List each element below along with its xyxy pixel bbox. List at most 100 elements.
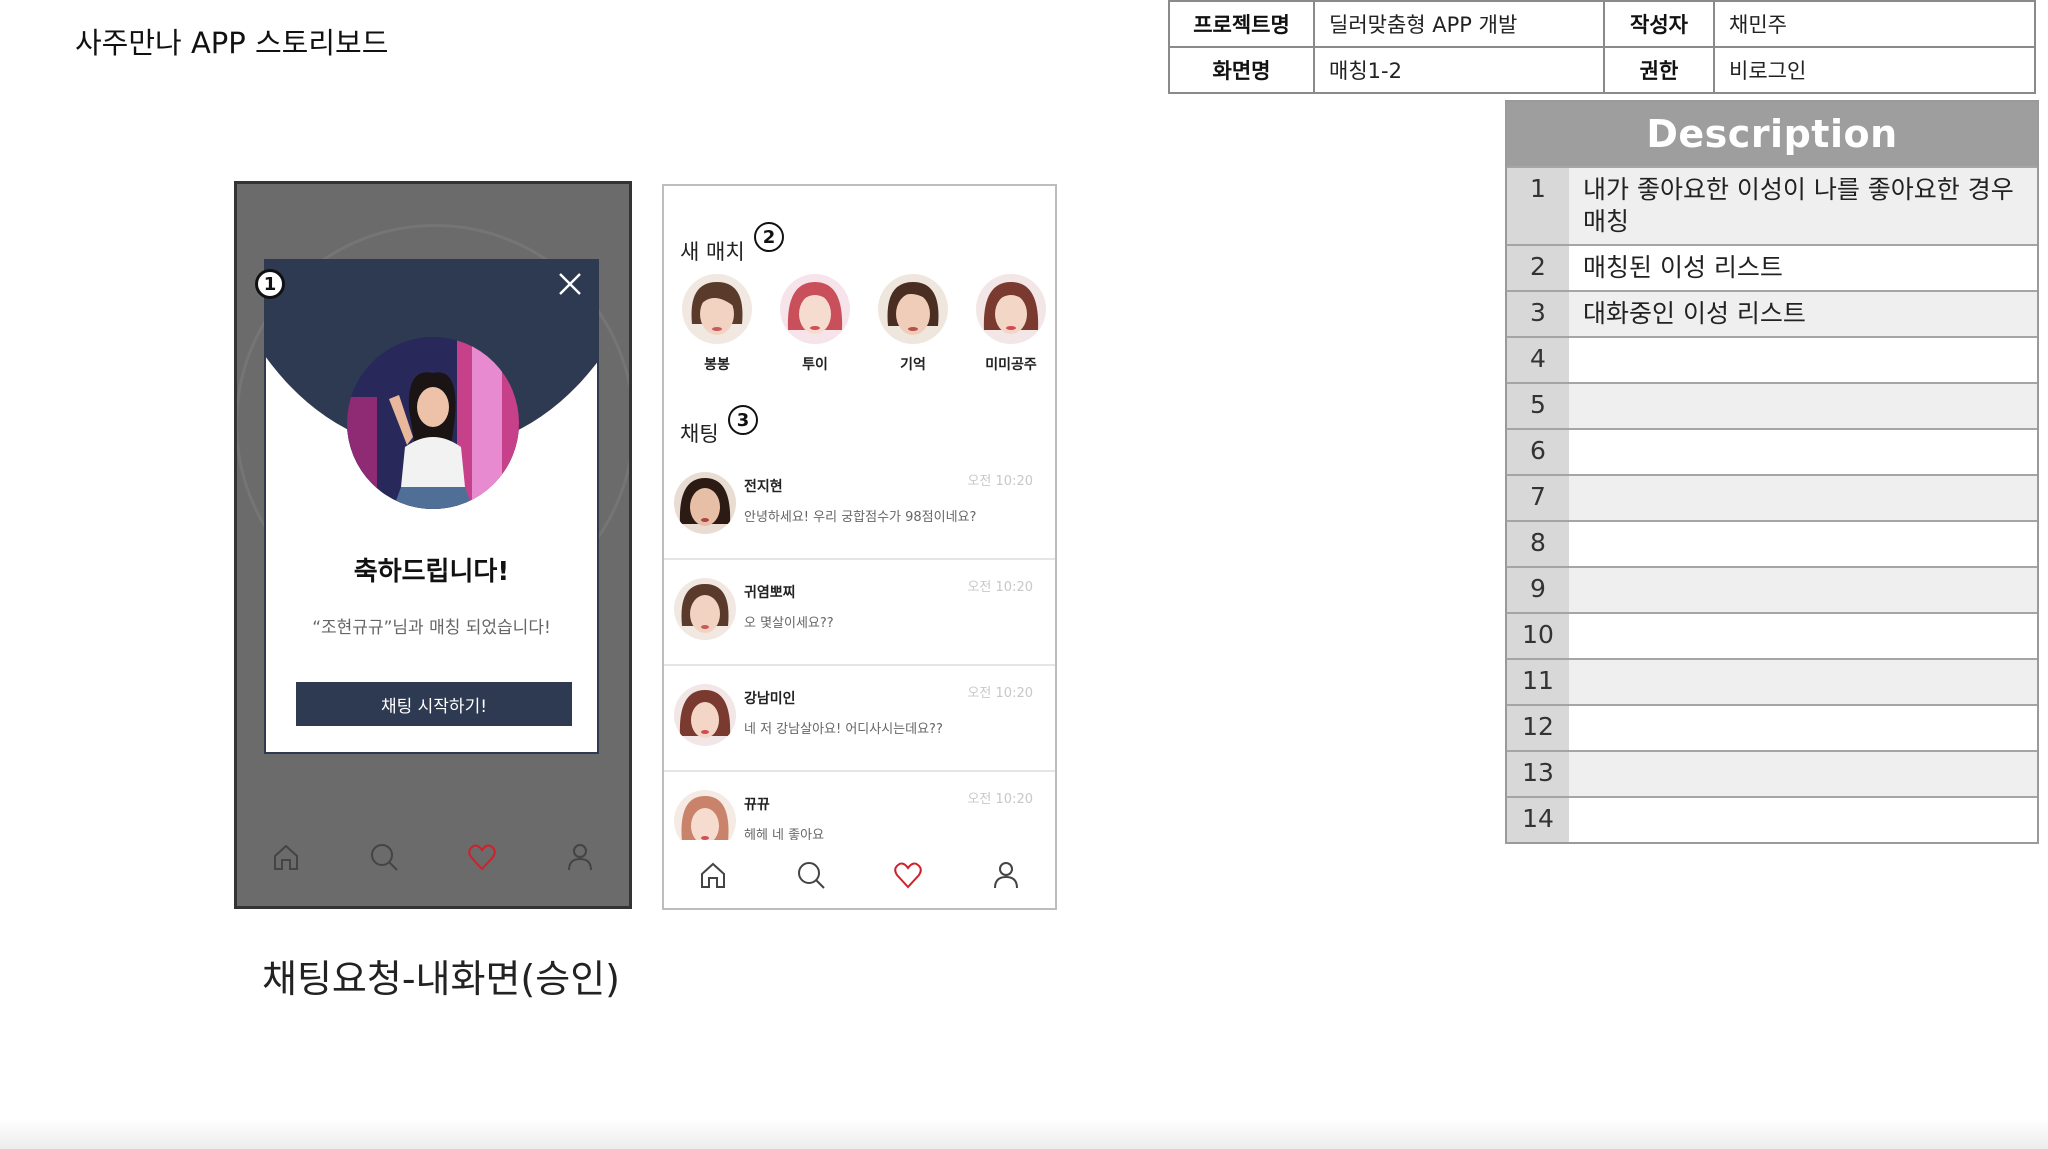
description-row-number: 2	[1507, 246, 1569, 290]
description-row-text	[1569, 614, 2037, 658]
modal-title: 축하드립니다!	[353, 557, 510, 587]
description-rows: 1 내가 좋아요한 이성이 나를 좋아요한 경우 매칭 2 매칭된 이성 리스트 3 대화…	[1507, 166, 2037, 842]
chat-name: 뀨뀨	[744, 797, 770, 813]
description-row: 6	[1507, 428, 2037, 474]
description-row: 3 대화중인 이성 리스트	[1507, 290, 2037, 336]
chat-name: 전지현	[744, 479, 783, 495]
description-row: 12	[1507, 704, 2037, 750]
chat-time: 오전 10:20	[967, 580, 1033, 595]
match-avatar	[682, 274, 752, 344]
annotation-badge-2: 2	[754, 222, 784, 252]
phone-screen-match-list: 새 매치 2 봉봉 투이 기억 미미공주 채팅 3 전지현 안녕하세요! 우리 …	[662, 184, 1057, 910]
screen-caption: 채팅요청-내화면(승인)	[262, 957, 621, 1001]
description-row-number: 11	[1507, 660, 1569, 704]
chat-preview: 안녕하세요! 우리 궁합점수가 98점이네요?	[744, 510, 977, 525]
description-row-text	[1569, 706, 2037, 750]
project-value: 딜러맞춤형 APP 개발	[1313, 0, 1605, 48]
description-row-number: 9	[1507, 568, 1569, 612]
annotation-badge-3: 3	[728, 405, 758, 435]
description-row: 14	[1507, 796, 2037, 842]
description-row-text: 내가 좋아요한 이성이 나를 좋아요한 경우 매칭	[1569, 168, 2037, 244]
bottom-edge	[0, 1119, 2048, 1149]
screen-label: 화면명	[1168, 46, 1315, 94]
description-row-number: 4	[1507, 338, 1569, 382]
description-row-number: 7	[1507, 476, 1569, 520]
description-row-text	[1569, 522, 2037, 566]
heart-icon[interactable]	[462, 837, 502, 877]
project-label: 프로젝트명	[1168, 0, 1315, 48]
match-item[interactable]: 투이	[772, 274, 858, 374]
profile-icon[interactable]	[560, 837, 600, 877]
new-match-label: 새 매치	[680, 240, 745, 264]
description-row-text	[1569, 338, 2037, 382]
description-row: 11	[1507, 658, 2037, 704]
description-row: 1 내가 좋아요한 이성이 나를 좋아요한 경우 매칭	[1507, 166, 2037, 244]
description-row: 10	[1507, 612, 2037, 658]
chat-avatar	[674, 578, 736, 640]
description-row-number: 1	[1507, 168, 1569, 244]
description-row: 13	[1507, 750, 2037, 796]
description-row-number: 14	[1507, 798, 1569, 842]
match-avatar	[878, 274, 948, 344]
matched-user-avatar	[347, 337, 519, 509]
match-avatar	[780, 274, 850, 344]
chat-name: 강남미인	[744, 691, 796, 707]
description-row: 5	[1507, 382, 2037, 428]
chat-preview: 네 저 강남살아요! 어디사시는데요??	[744, 722, 943, 737]
description-row-text	[1569, 752, 2037, 796]
meta-table: 프로젝트명 딜러맞춤형 APP 개발 작성자 채민주 화면명 매칭1-2 권한 …	[1168, 0, 2036, 94]
description-row-number: 8	[1507, 522, 1569, 566]
description-row: 4	[1507, 336, 2037, 382]
home-icon[interactable]	[693, 855, 733, 895]
match-item[interactable]: 미미공주	[968, 274, 1054, 374]
search-icon[interactable]	[791, 855, 831, 895]
match-item[interactable]: 봉봉	[674, 274, 760, 374]
document-title: 사주만나 APP 스토리보드	[75, 26, 389, 60]
chat-list-item[interactable]: 귀염뽀찌 오 몇살이세요?? 오전 10:20	[664, 560, 1055, 666]
description-row-text	[1569, 476, 2037, 520]
home-icon[interactable]	[266, 837, 306, 877]
description-row-text	[1569, 430, 2037, 474]
description-row: 2 매칭된 이성 리스트	[1507, 244, 2037, 290]
close-icon[interactable]	[557, 271, 583, 297]
tab-bar	[664, 840, 1055, 908]
description-row-number: 5	[1507, 384, 1569, 428]
chat-name: 귀염뽀찌	[744, 585, 796, 601]
start-chat-button[interactable]: 채팅 시작하기!	[296, 682, 572, 726]
match-name: 기억	[900, 357, 926, 373]
chat-time: 오전 10:20	[967, 792, 1033, 807]
chat-avatar	[674, 684, 736, 746]
description-row-text	[1569, 568, 2037, 612]
profile-icon[interactable]	[986, 855, 1026, 895]
description-row-number: 13	[1507, 752, 1569, 796]
heart-icon[interactable]	[888, 855, 928, 895]
description-row-number: 3	[1507, 292, 1569, 336]
description-row: 9	[1507, 566, 2037, 612]
search-icon[interactable]	[364, 837, 404, 877]
description-row: 8	[1507, 520, 2037, 566]
match-name: 봉봉	[704, 357, 730, 373]
description-row-text	[1569, 660, 2037, 704]
permission-value: 비로그인	[1713, 46, 2036, 94]
phone-screen-match-popup: 축하드립니다! “조현규규”님과 매칭 되었습니다! 채팅 시작하기! 1	[234, 181, 632, 909]
description-row-number: 10	[1507, 614, 1569, 658]
tab-bar	[237, 837, 629, 877]
description-row-text	[1569, 384, 2037, 428]
chat-list-item[interactable]: 강남미인 네 저 강남살아요! 어디사시는데요?? 오전 10:20	[664, 666, 1055, 772]
permission-label: 권한	[1603, 46, 1715, 94]
chat-preview: 오 몇살이세요??	[744, 616, 834, 631]
match-item[interactable]: 기억	[870, 274, 956, 374]
chat-list-item[interactable]: 전지현 안녕하세요! 우리 궁합점수가 98점이네요? 오전 10:20	[664, 454, 1055, 560]
annotation-badge-1: 1	[255, 269, 285, 299]
description-row-number: 6	[1507, 430, 1569, 474]
description-row-text: 매칭된 이성 리스트	[1583, 253, 1783, 282]
match-modal: 축하드립니다! “조현규규”님과 매칭 되었습니다! 채팅 시작하기!	[264, 259, 599, 754]
screen-value: 매칭1-2	[1313, 46, 1605, 94]
description-row-number: 12	[1507, 706, 1569, 750]
match-avatar	[976, 274, 1046, 344]
chat-label: 채팅	[680, 422, 719, 446]
modal-message: “조현규규”님과 매칭 되었습니다!	[312, 618, 551, 638]
description-header: Description	[1507, 102, 2037, 166]
author-label: 작성자	[1603, 0, 1715, 48]
chat-time: 오전 10:20	[967, 474, 1033, 489]
